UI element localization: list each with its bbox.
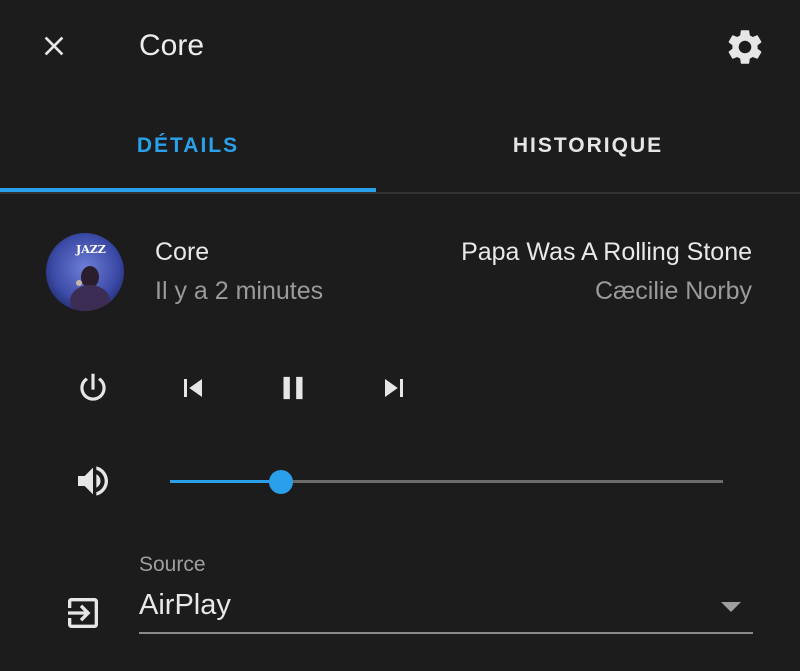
dialog-header: Core bbox=[0, 0, 800, 92]
gear-icon bbox=[728, 30, 762, 64]
album-artwork-text: JAZZ bbox=[75, 243, 106, 256]
close-icon bbox=[44, 36, 64, 56]
pause-button[interactable] bbox=[269, 364, 317, 412]
login-variant-icon bbox=[68, 598, 98, 628]
pause-icon bbox=[283, 376, 303, 400]
power-icon bbox=[80, 373, 106, 401]
settings-button[interactable] bbox=[722, 24, 768, 70]
skip-next-icon bbox=[385, 379, 403, 397]
player-name: Core bbox=[155, 238, 210, 266]
volume-slider-fill bbox=[170, 480, 281, 483]
tab-history[interactable]: HISTORIQUE bbox=[400, 100, 776, 192]
source-label: Source bbox=[139, 553, 206, 576]
dialog-title: Core bbox=[139, 29, 205, 62]
track-artist: Cæcilie Norby bbox=[595, 277, 752, 305]
tab-bar: DÉTAILS HISTORIQUE bbox=[0, 100, 800, 194]
next-track-button[interactable] bbox=[370, 364, 418, 412]
skip-previous-icon bbox=[184, 379, 202, 397]
source-select[interactable]: Source AirPlay bbox=[139, 548, 753, 634]
active-tab-indicator bbox=[0, 188, 376, 192]
source-icon-wrapper bbox=[62, 592, 104, 634]
track-title: Papa Was A Rolling Stone bbox=[461, 238, 752, 266]
close-button[interactable] bbox=[34, 26, 74, 66]
power-button[interactable] bbox=[69, 364, 117, 412]
volume-slider[interactable] bbox=[170, 470, 723, 494]
media-player-dialog: Core DÉTAILS HISTORIQUE JAZZ Core Il y a… bbox=[0, 0, 800, 671]
volume-mute-button[interactable] bbox=[70, 458, 116, 504]
last-changed-text: Il y a 2 minutes bbox=[155, 277, 324, 305]
album-artwork: JAZZ bbox=[46, 233, 124, 311]
dropdown-arrow-icon[interactable] bbox=[721, 602, 741, 612]
volume-high-icon bbox=[78, 466, 108, 496]
source-value: AirPlay bbox=[139, 589, 231, 621]
previous-track-button[interactable] bbox=[169, 364, 217, 412]
tab-details[interactable]: DÉTAILS bbox=[0, 100, 376, 192]
volume-slider-thumb[interactable] bbox=[268, 470, 293, 494]
